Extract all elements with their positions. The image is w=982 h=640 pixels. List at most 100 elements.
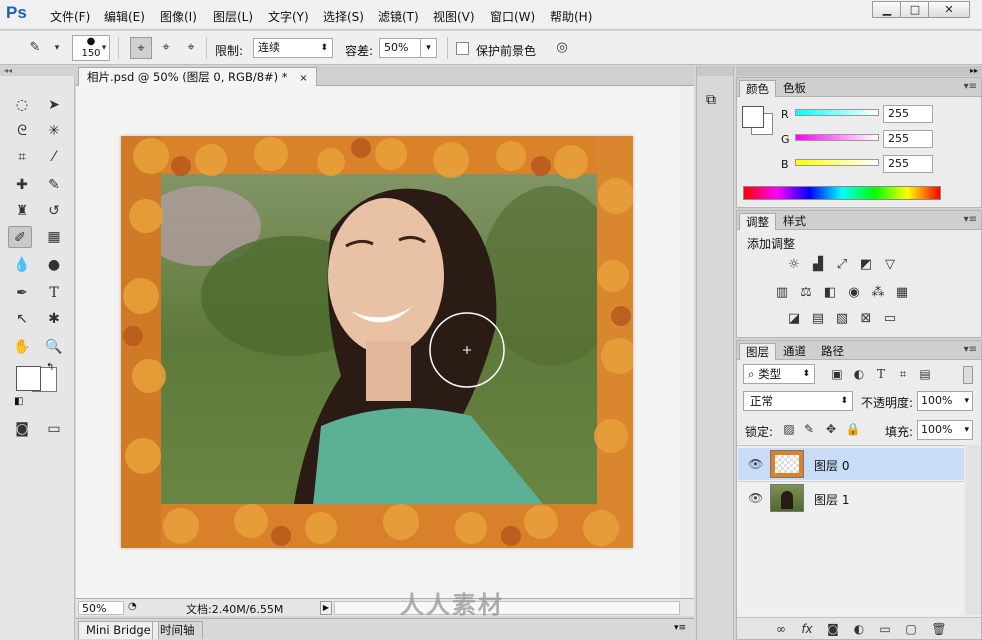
layers-scrollbar[interactable] <box>965 445 981 615</box>
clone-stamp-tool-icon[interactable]: ♜ <box>10 200 34 222</box>
swap-colors-icon[interactable]: ↰ <box>46 362 54 373</box>
tab-channels[interactable]: 通道 <box>777 343 812 360</box>
document-tab[interactable]: 相片.psd @ 50% (图层 0, RGB/8#) * × <box>78 67 317 86</box>
close-tab-icon[interactable]: × <box>299 73 307 84</box>
menu-type[interactable]: 文字(Y) <box>268 8 309 25</box>
filter-shape-icon[interactable]: ⌗ <box>895 367 911 382</box>
black-white-icon[interactable]: ◧ <box>821 285 839 301</box>
layer-style-fx-icon[interactable]: fx <box>799 622 815 636</box>
color-spectrum-ramp[interactable] <box>743 186 941 200</box>
path-selection-tool-icon[interactable]: ↖ <box>10 308 34 330</box>
layer-filter-select[interactable]: ⌕ 类型 ⬍ <box>743 364 815 384</box>
visibility-eye-icon[interactable]: 👁 <box>748 457 763 471</box>
gradient-map-icon[interactable]: ▭ <box>881 311 899 327</box>
fg-color-chip[interactable] <box>742 106 764 128</box>
layer-row-layer-1[interactable]: 👁 图层 1 <box>738 481 964 513</box>
default-colors-icon[interactable]: ◧ <box>14 396 23 407</box>
hue-saturation-icon[interactable]: ▥ <box>773 285 791 301</box>
blend-mode-select[interactable]: 正常 ⬍ <box>743 391 853 411</box>
tab-styles[interactable]: 样式 <box>777 213 812 230</box>
menu-image[interactable]: 图像(I) <box>160 8 197 25</box>
selective-color-icon[interactable]: ⊠ <box>857 311 875 327</box>
zoom-field[interactable]: 50% <box>78 601 124 615</box>
photo-filter-icon[interactable]: ◉ <box>845 285 863 301</box>
custom-shape-tool-icon[interactable]: ✱ <box>42 308 66 330</box>
posterize-icon[interactable]: ▤ <box>809 311 827 327</box>
channel-r-value[interactable]: 255 <box>883 105 933 123</box>
crop-tool-icon[interactable]: ⌗ <box>10 146 34 168</box>
pressure-size-icon[interactable]: ◎ <box>551 37 573 59</box>
delete-layer-icon[interactable]: 🗑 <box>931 622 947 636</box>
gradient-tool-icon[interactable]: ▦ <box>42 226 66 248</box>
menu-select[interactable]: 选择(S) <box>323 8 364 25</box>
status-menu-arrow-icon[interactable]: ▶ <box>320 601 332 615</box>
tab-layers[interactable]: 图层 <box>739 343 776 360</box>
pen-tool-icon[interactable]: ✒ <box>10 282 34 304</box>
menu-window[interactable]: 窗口(W) <box>490 8 535 25</box>
foreground-color-swatch[interactable] <box>16 366 41 391</box>
tab-paths[interactable]: 路径 <box>815 343 850 360</box>
tolerance-input[interactable]: 50% ▾ <box>379 38 437 58</box>
lock-image-icon[interactable]: ✎ <box>801 422 817 436</box>
brush-dropdown-icon[interactable]: ▾ <box>98 37 110 59</box>
sampling-continuous-icon[interactable]: ⌖ <box>130 37 152 59</box>
curves-icon[interactable]: ⤢ <box>833 257 851 273</box>
document-image[interactable] <box>121 136 633 548</box>
filter-smart-object-icon[interactable]: ▤ <box>917 367 933 381</box>
protect-foreground-checkbox[interactable] <box>456 42 469 55</box>
color-balance-icon[interactable]: ⚖ <box>797 285 815 301</box>
filter-toggle-switch[interactable] <box>963 366 973 384</box>
channel-g-slider[interactable] <box>795 134 879 141</box>
history-panel-icon[interactable]: ⧉ <box>706 92 716 108</box>
eyedropper-tool-icon[interactable]: ⁄ <box>42 146 66 168</box>
vertical-scrollbar[interactable] <box>680 86 694 598</box>
magic-wand-tool-icon[interactable]: ✳ <box>42 120 66 142</box>
visibility-eye-icon[interactable]: 👁 <box>748 491 763 505</box>
zoom-tool-icon[interactable]: 🔍 <box>42 336 66 358</box>
threshold-icon[interactable]: ▧ <box>833 311 851 327</box>
hand-tool-icon[interactable]: ✋ <box>10 336 34 358</box>
tab-color[interactable]: 颜色 <box>739 80 776 97</box>
tab-adjustments[interactable]: 调整 <box>739 213 776 230</box>
new-layer-icon[interactable]: ▢ <box>903 622 919 636</box>
quick-mask-icon[interactable]: ◙ <box>10 418 34 440</box>
exposure-icon[interactable]: ◩ <box>857 257 875 273</box>
maximize-button[interactable]: □ <box>900 1 930 18</box>
menu-file[interactable]: 文件(F) <box>50 8 90 25</box>
invert-icon[interactable]: ◪ <box>785 311 803 327</box>
marquee-tool-icon[interactable]: ◌ <box>10 94 34 116</box>
color-lookup-icon[interactable]: ▦ <box>893 285 911 301</box>
limit-select[interactable]: 连续 ⬍ <box>253 38 333 58</box>
channel-r-slider[interactable] <box>795 109 879 116</box>
sampling-once-icon[interactable]: ⌖ <box>155 37 177 59</box>
lock-transparent-icon[interactable]: ▨ <box>781 422 797 436</box>
tab-mini-bridge[interactable]: Mini Bridge <box>78 621 159 639</box>
panel-menu-icon[interactable]: ▾≡ <box>964 214 977 225</box>
filter-pixel-icon[interactable]: ▣ <box>829 367 845 381</box>
opacity-input[interactable]: 100% ▾ <box>917 391 973 411</box>
toolbar-collapse-icon[interactable]: ◂◂ <box>0 66 75 76</box>
bottom-panel-menu-icon[interactable]: ▾≡ <box>674 623 686 633</box>
lock-all-icon[interactable]: 🔒 <box>845 422 861 436</box>
menu-filter[interactable]: 滤镜(T) <box>378 8 419 25</box>
levels-icon[interactable]: ▟ <box>809 257 827 273</box>
healing-brush-tool-icon[interactable]: ✚ <box>10 174 34 196</box>
screen-mode-icon[interactable]: ▭ <box>42 418 66 440</box>
eraser-tool-icon[interactable]: ✐ <box>8 226 32 248</box>
fill-input[interactable]: 100% ▾ <box>917 420 973 440</box>
channel-g-value[interactable]: 255 <box>883 130 933 148</box>
menu-layer[interactable]: 图层(L) <box>213 8 253 25</box>
menu-edit[interactable]: 编辑(E) <box>104 8 145 25</box>
vibrance-icon[interactable]: ▽ <box>881 257 899 273</box>
lock-position-icon[interactable]: ✥ <box>823 422 839 436</box>
filter-type-icon[interactable]: T <box>873 367 889 381</box>
horizontal-scrollbar[interactable] <box>334 601 680 615</box>
new-group-icon[interactable]: ▭ <box>877 622 893 636</box>
tolerance-dropdown-icon[interactable]: ▾ <box>420 38 436 58</box>
new-adjustment-layer-icon[interactable]: ◐ <box>851 622 867 636</box>
panel-menu-icon[interactable]: ▾≡ <box>964 344 977 355</box>
type-tool-icon[interactable]: T <box>42 282 66 304</box>
blur-tool-icon[interactable]: 💧 <box>10 254 34 276</box>
lasso-tool-icon[interactable]: ᘓ <box>10 120 34 142</box>
layer-row-layer-0[interactable]: 👁 图层 0 <box>738 448 964 480</box>
